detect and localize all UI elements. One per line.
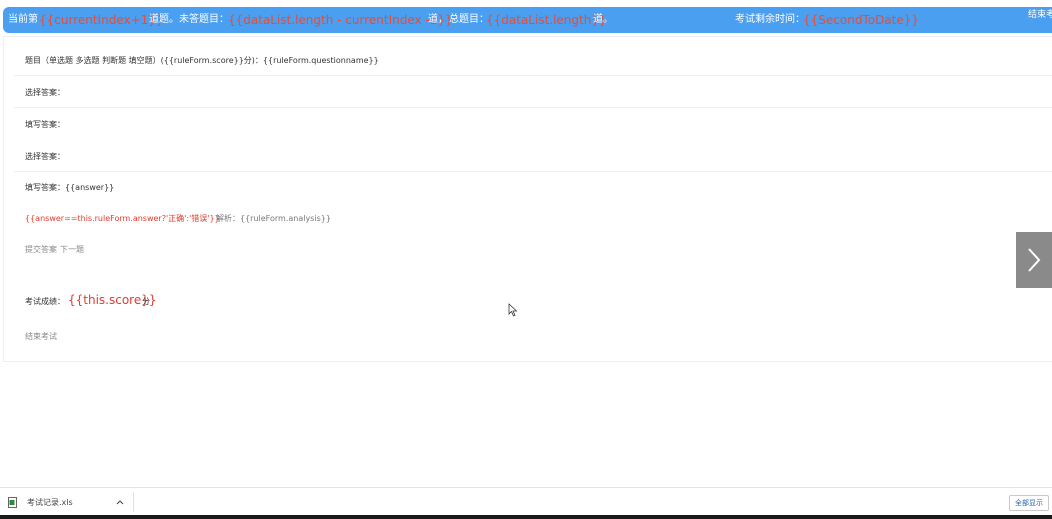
- total-value: {{dataList.length}}: [486, 13, 607, 27]
- score-unit: 分: [142, 297, 150, 306]
- current-question-label: 当前第: [8, 14, 38, 25]
- question-title: 题目（单选题 多选题 判断题 填空题）({{ruleForm.score}}分)…: [25, 56, 379, 65]
- end-exam-button[interactable]: 结束考试: [25, 331, 57, 342]
- chevron-right-icon: [1028, 248, 1041, 272]
- select-answer-label: 选择答案：: [25, 88, 65, 97]
- unanswered-value: {{dataList.length - currentIndex -1}}: [228, 13, 453, 27]
- total-unit: 道。: [593, 14, 613, 25]
- select-answer-label-2: 选择答案：: [25, 152, 65, 161]
- unanswered-label: 未答题目：: [179, 14, 229, 25]
- current-question-value: {{currentIndex+1}}: [39, 13, 164, 27]
- end-exam-header-button[interactable]: 结束考: [1028, 2, 1052, 28]
- download-file-name: 考试记录.xls: [27, 497, 73, 507]
- next-slide-button[interactable]: [1016, 232, 1052, 288]
- score-label: 考试成绩：: [25, 297, 65, 306]
- current-question-unit: 道题。: [149, 14, 179, 25]
- analysis-text: 解析：{{ruleForm.analysis}}: [216, 214, 331, 223]
- mouse-cursor-icon: [508, 303, 518, 317]
- next-question-button[interactable]: 下一题: [60, 244, 84, 255]
- download-item[interactable]: 考试记录.xls: [8, 488, 124, 516]
- answer-result: {{answer==this.ruleForm.answer?'正确':'错误'…: [25, 214, 220, 223]
- file-icon: [8, 496, 17, 508]
- time-remaining-value: {{SecondToDate}}: [803, 13, 920, 27]
- time-remaining-label: 考试剩余时间：: [735, 14, 805, 25]
- show-all-downloads-button[interactable]: 全部显示: [1009, 495, 1049, 511]
- submit-answer-button[interactable]: 提交答案: [25, 244, 57, 255]
- total-label: 总题目：: [449, 14, 489, 25]
- fill-answer-label: 填写答案：: [25, 120, 65, 129]
- download-bar: 考试记录.xls 全部显示: [0, 487, 1052, 516]
- question-card: 题目（单选题 多选题 判断题 填空题）({{ruleForm.score}}分)…: [3, 36, 1052, 362]
- chevron-up-icon[interactable]: [116, 499, 124, 505]
- unanswered-unit: 道，: [428, 14, 448, 25]
- fill-answer-label-2: 填写答案：{{answer}}: [25, 183, 115, 192]
- exam-status-bar: 当前第 {{currentIndex+1}} 道题。 未答题目： {{dataL…: [3, 7, 1052, 33]
